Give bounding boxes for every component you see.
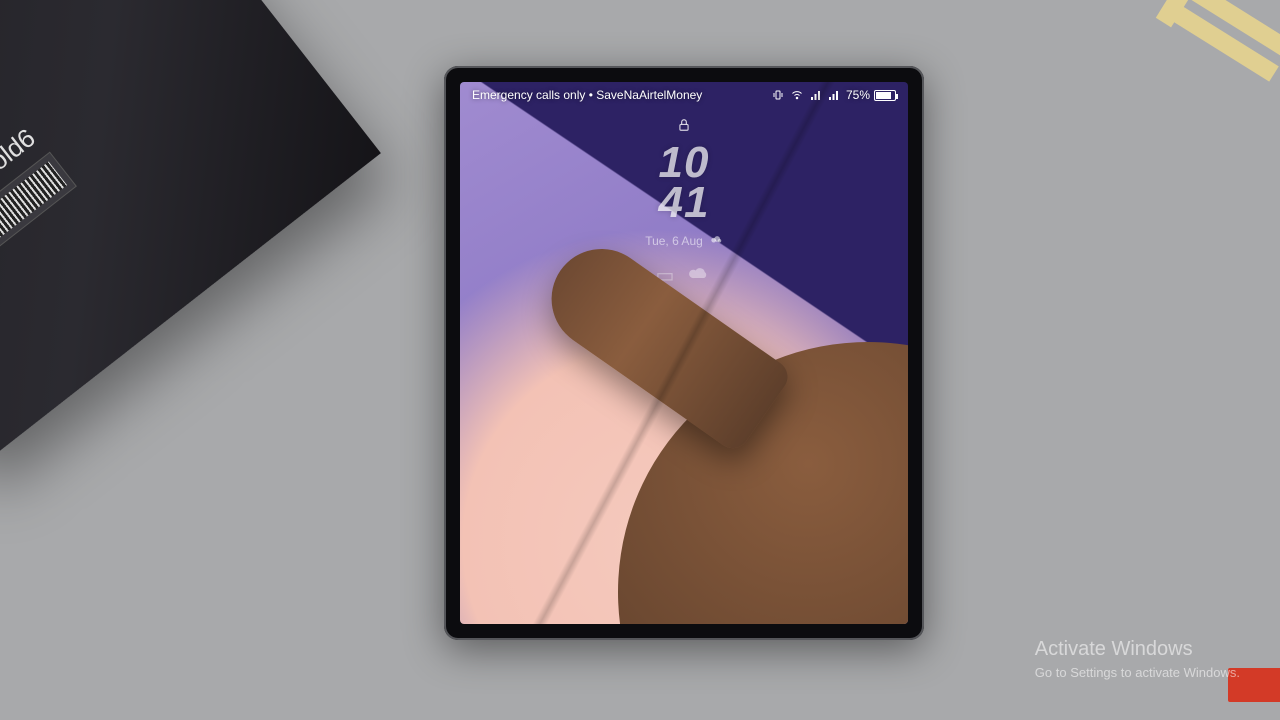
lock-icon	[677, 118, 691, 137]
product-box: Galaxy Z Fold6	[0, 0, 381, 461]
signal-bars-icon	[828, 89, 840, 101]
phone-device: Emergency calls only • SaveNaAirtelMoney	[444, 66, 924, 640]
carrier-text: Emergency calls only • SaveNaAirtelMoney	[472, 88, 702, 102]
lock-screen-date: Tue, 6 Aug	[645, 234, 703, 248]
vibrate-icon	[772, 89, 784, 101]
lock-screen-widgets: ▭	[656, 263, 713, 289]
widget-pill: ▭	[656, 263, 675, 289]
watermark-title: Activate Windows	[1035, 638, 1240, 661]
windows-activation-watermark: Activate Windows Go to Settings to activ…	[1035, 638, 1240, 680]
battery-icon	[874, 90, 896, 101]
notification-icons: • ◦ ◌	[665, 317, 703, 333]
cloud-icon	[686, 263, 712, 289]
wifi-icon	[790, 89, 804, 101]
swipe-to-unlock-hint: Swipe to unlock	[460, 573, 908, 588]
product-barcode	[0, 152, 77, 297]
battery-percent-text: 75%	[846, 88, 870, 102]
channel-badge	[1228, 668, 1280, 702]
weather-icon	[709, 232, 723, 249]
notification-dot-icon: ◌	[695, 317, 703, 333]
clock-hour: 10	[659, 143, 710, 183]
clock-minute: 41	[659, 183, 710, 223]
wooden-clamp	[1120, 0, 1280, 160]
signal-bars-icon	[810, 89, 822, 101]
lock-screen-clock: 10 41 Tue, 6 Aug ▭ •	[460, 118, 908, 333]
notification-dot-icon: ◦	[680, 317, 685, 333]
watermark-subtitle: Go to Settings to activate Windows.	[1035, 665, 1240, 680]
status-bar: Emergency calls only • SaveNaAirtelMoney	[460, 82, 908, 108]
battery-indicator: 75%	[846, 88, 896, 102]
notification-dot-icon: •	[665, 317, 670, 333]
lock-screen[interactable]: Emergency calls only • SaveNaAirtelMoney	[460, 82, 908, 624]
